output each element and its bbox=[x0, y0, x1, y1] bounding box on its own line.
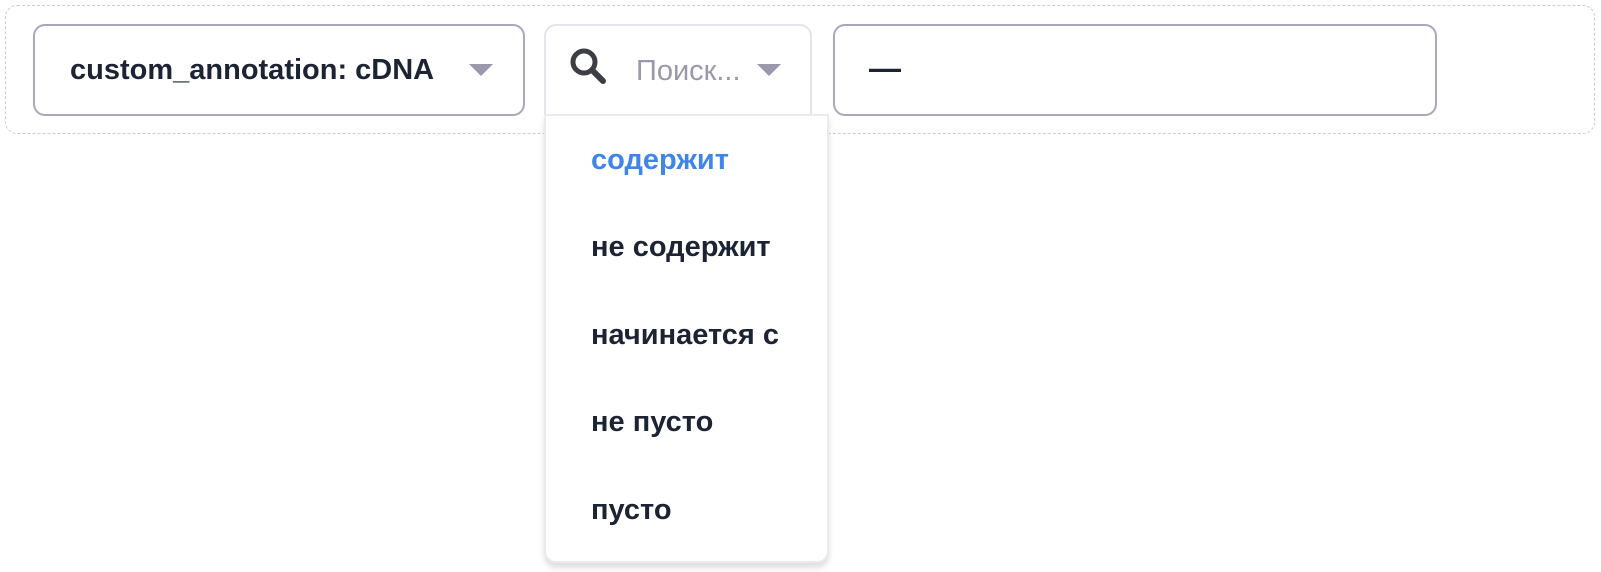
search-icon bbox=[570, 48, 606, 84]
chevron-down-icon[interactable] bbox=[757, 64, 781, 76]
field-select[interactable]: custom_annotation: cDNA bbox=[33, 24, 525, 116]
option-not-empty[interactable]: не пусто bbox=[591, 402, 713, 442]
value-text: — bbox=[869, 50, 901, 86]
operator-select[interactable]: Поиск... bbox=[544, 24, 812, 116]
value-input[interactable]: — bbox=[833, 24, 1437, 116]
operator-dropdown: содержит не содержит начинается с не пус… bbox=[544, 114, 829, 563]
chevron-down-icon[interactable] bbox=[469, 64, 493, 76]
option-not-contains[interactable]: не содержит bbox=[591, 227, 771, 267]
option-starts-with[interactable]: начинается с bbox=[591, 315, 779, 355]
operator-search-input[interactable]: Поиск... bbox=[636, 26, 741, 116]
option-contains[interactable]: содержит bbox=[591, 140, 729, 180]
field-select-label: custom_annotation: cDNA bbox=[70, 54, 435, 86]
option-empty[interactable]: пусто bbox=[591, 490, 672, 530]
